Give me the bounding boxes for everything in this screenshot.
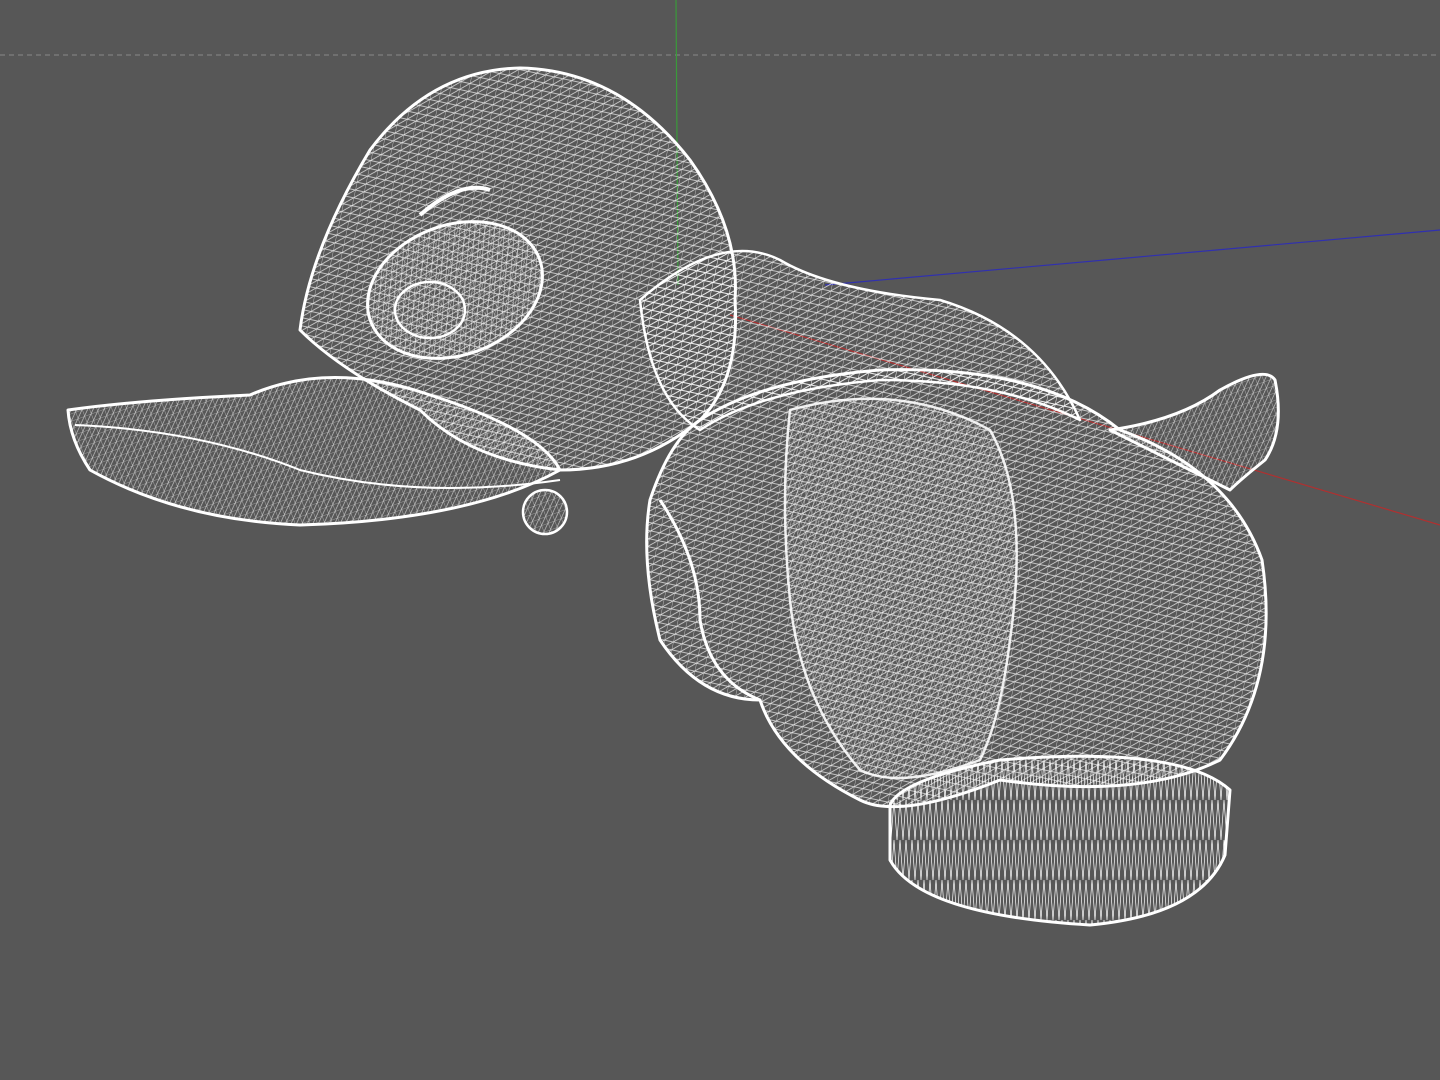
z-axis-line: [824, 229, 1440, 286]
duck-wireframe-model[interactable]: [66, 66, 1280, 927]
viewport-canvas[interactable]: [0, 0, 1440, 1080]
3d-viewport[interactable]: [0, 0, 1440, 1080]
duck-chin-knob: [521, 488, 569, 536]
